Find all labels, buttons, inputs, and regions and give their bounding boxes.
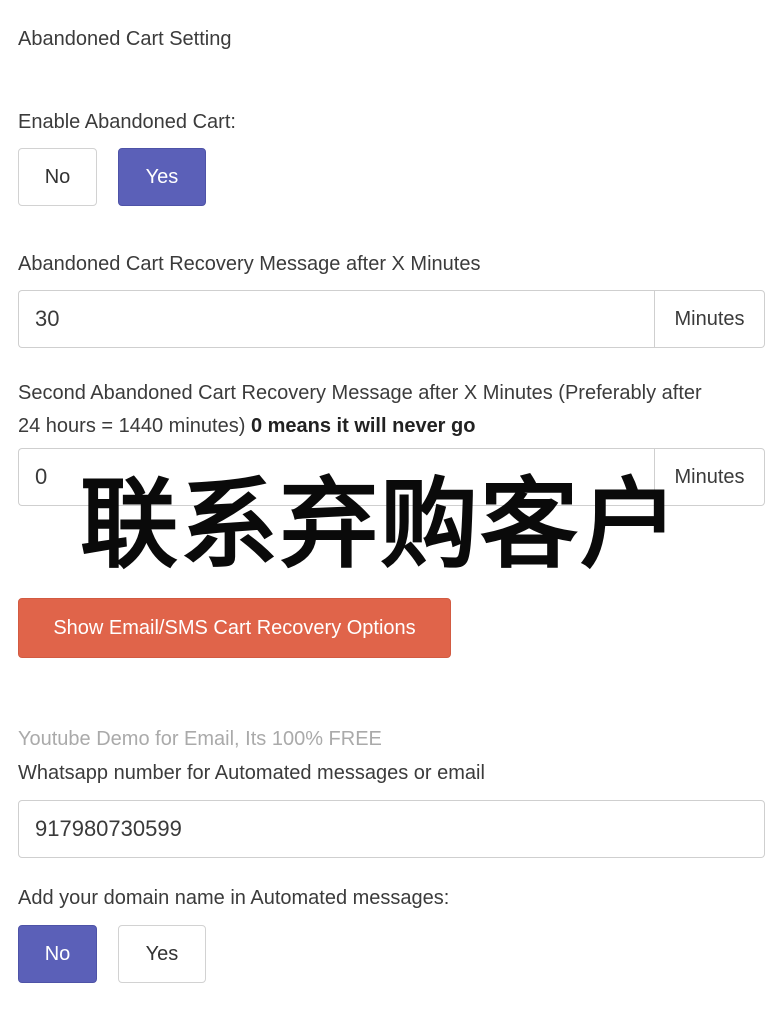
- first-message-minutes-input[interactable]: 30: [18, 290, 655, 348]
- second-message-label: Second Abandoned Cart Recovery Message a…: [18, 377, 758, 443]
- section-title: Abandoned Cart Setting: [18, 28, 232, 50]
- enable-no-button[interactable]: No: [18, 148, 97, 206]
- youtube-demo-link[interactable]: Youtube Demo for Email, Its 100% FREE: [18, 728, 382, 751]
- whatsapp-number-input[interactable]: 917980730599: [18, 800, 765, 858]
- first-message-label: Abandoned Cart Recovery Message after X …: [18, 253, 481, 275]
- show-recovery-options-button[interactable]: Show Email/SMS Cart Recovery Options: [18, 598, 451, 658]
- second-message-label-line2: 24 hours = 1440 minutes): [18, 415, 246, 437]
- first-message-unit-addon: Minutes: [654, 290, 765, 348]
- domain-name-label: Add your domain name in Automated messag…: [18, 887, 450, 909]
- second-message-label-line1: Second Abandoned Cart Recovery Message a…: [18, 382, 702, 404]
- overlay-caption-text: 联系弃购客户: [80, 467, 681, 582]
- whatsapp-number-label: Whatsapp number for Automated messages o…: [18, 762, 485, 784]
- enable-abandoned-cart-label: Enable Abandoned Cart:: [18, 111, 236, 133]
- second-message-never-note: 0 means it will never go: [250, 415, 476, 437]
- domain-yes-button[interactable]: Yes: [118, 925, 206, 983]
- domain-no-button[interactable]: No: [18, 925, 97, 983]
- enable-yes-button[interactable]: Yes: [118, 148, 206, 206]
